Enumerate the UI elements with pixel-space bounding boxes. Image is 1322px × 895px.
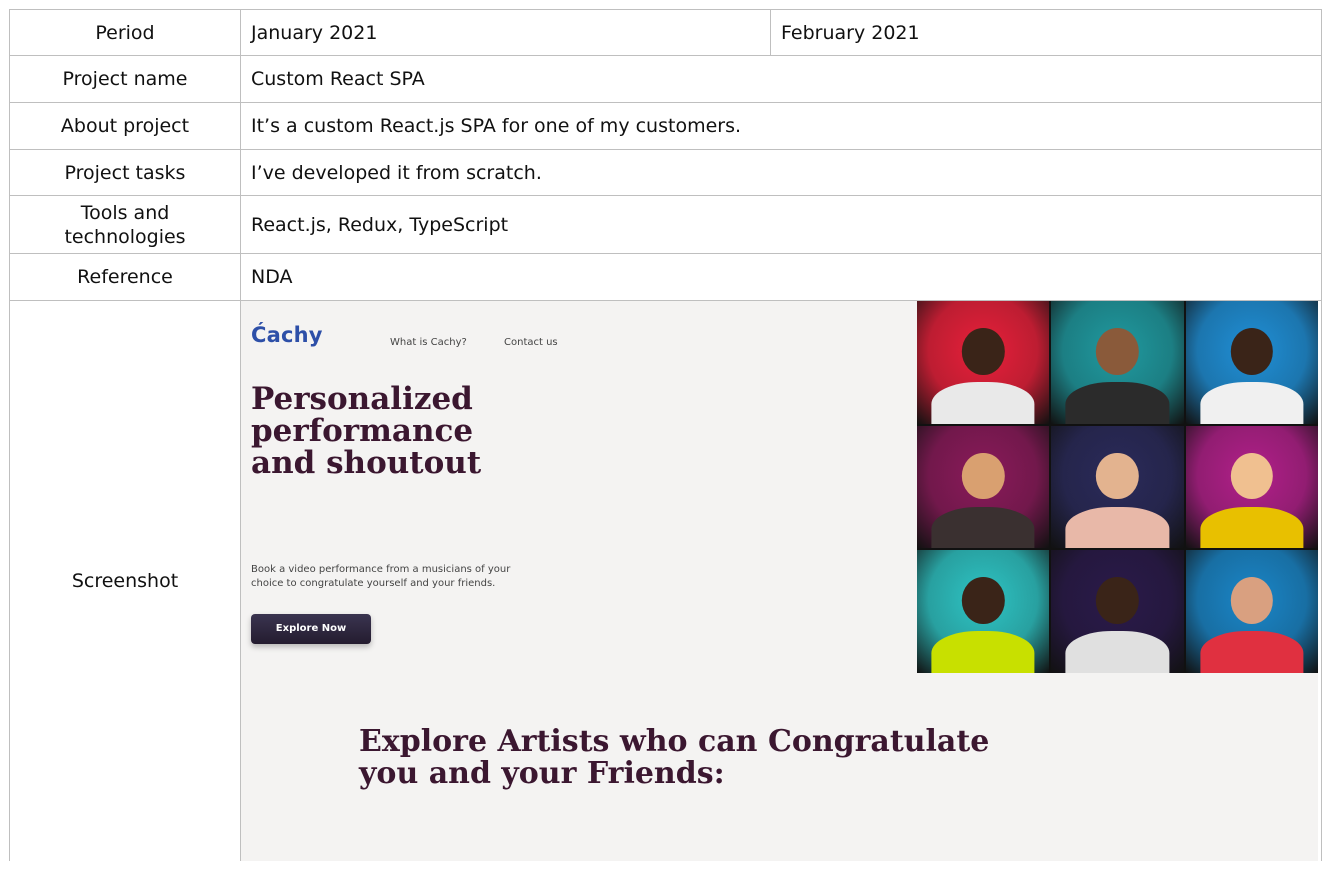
- value-period-end: February 2021: [770, 9, 1322, 56]
- site-nav-what-is: What is Cachy?: [390, 337, 467, 348]
- label-project-tasks: Project tasks: [9, 149, 241, 196]
- artist-figure-body: [1065, 631, 1170, 673]
- label-reference: Reference: [9, 253, 241, 301]
- site-logo: Ćachy: [251, 323, 323, 347]
- site-hero-title: Personalized performance and shoutout: [251, 383, 571, 479]
- artist-photo-tile: [917, 425, 1050, 549]
- artist-figure-body: [931, 506, 1035, 549]
- section-title-line: Explore Artists who can Congratulate: [359, 724, 990, 759]
- artist-figure-head: [1096, 577, 1139, 624]
- label-screenshot: Screenshot: [9, 300, 241, 861]
- artist-photo-grid: [917, 301, 1318, 673]
- value-project-tasks: I’ve developed it from scratch.: [240, 149, 1322, 196]
- label-tools-line1: Tools and: [80, 201, 170, 224]
- artist-photo-tile: [1185, 301, 1318, 424]
- label-tools: Tools and technologies: [9, 195, 241, 254]
- artist-figure-body: [1065, 381, 1170, 424]
- artist-figure-head: [961, 577, 1005, 624]
- artist-figure-body: [1200, 631, 1304, 673]
- artist-photo-tile: [1051, 301, 1184, 424]
- site-nav-contact: Contact us: [504, 337, 558, 348]
- hero-title-line: Personalized: [251, 381, 473, 417]
- artist-figure-body: [931, 381, 1035, 424]
- hero-title-line: performance: [251, 413, 474, 449]
- artist-figure-body: [1200, 506, 1304, 549]
- hero-subtitle-line: choice to congratulate yourself and your…: [251, 578, 496, 589]
- row-project-tasks: Project tasks I’ve developed it from scr…: [9, 149, 1322, 196]
- artist-photo-tile: [917, 301, 1050, 424]
- artist-figure-head: [961, 327, 1005, 375]
- artist-figure-body: [1065, 506, 1170, 549]
- site-section-title: Explore Artists who can Congratulate you…: [359, 726, 1059, 790]
- label-about-project: About project: [9, 102, 241, 150]
- label-period: Period: [9, 9, 241, 56]
- site-explore-now-button: Explore Now: [251, 614, 371, 644]
- artist-figure-head: [1096, 452, 1139, 500]
- screenshot-cell: Ćachy What is Cachy? Contact us Personal…: [240, 300, 1322, 861]
- section-title-line: you and your Friends:: [359, 756, 725, 791]
- row-period: Period January 2021 February 2021: [9, 9, 1322, 56]
- row-reference: Reference NDA: [9, 253, 1322, 301]
- artist-figure-head: [1230, 577, 1273, 624]
- value-period-start: January 2021: [240, 9, 771, 56]
- artist-photo-tile: [1185, 550, 1318, 673]
- value-about-project: It’s a custom React.js SPA for one of my…: [240, 102, 1322, 150]
- project-table: Period January 2021 February 2021 Projec…: [9, 9, 1322, 861]
- artist-photo-tile: [1051, 550, 1184, 673]
- artist-figure-head: [1096, 327, 1139, 375]
- label-tools-line2: technologies: [64, 225, 186, 248]
- site-hero-subtitle: Book a video performance from a musician…: [251, 563, 521, 591]
- label-project-name: Project name: [9, 55, 241, 103]
- row-project-name: Project name Custom React SPA: [9, 55, 1322, 103]
- artist-figure-body: [1200, 381, 1304, 424]
- artist-figure-head: [1230, 327, 1273, 375]
- row-tools: Tools and technologies React.js, Redux, …: [9, 195, 1322, 254]
- artist-photo-tile: [1185, 425, 1318, 549]
- artist-photo-tile: [1051, 425, 1184, 549]
- value-tools: React.js, Redux, TypeScript: [240, 195, 1322, 254]
- document-page: Period January 2021 February 2021 Projec…: [0, 0, 1322, 895]
- embedded-website-screenshot: Ćachy What is Cachy? Contact us Personal…: [241, 301, 1318, 861]
- artist-figure-head: [1230, 452, 1273, 500]
- hero-title-line: and shoutout: [251, 445, 482, 481]
- artist-figure-body: [931, 631, 1035, 673]
- hero-subtitle-line: Book a video performance from a musician…: [251, 564, 511, 575]
- artist-photo-tile: [917, 550, 1050, 673]
- value-project-name: Custom React SPA: [240, 55, 1322, 103]
- artist-figure-head: [961, 452, 1005, 500]
- value-reference: NDA: [240, 253, 1322, 301]
- row-about-project: About project It’s a custom React.js SPA…: [9, 102, 1322, 150]
- row-screenshot: Screenshot Ćachy What is Cachy? Contact …: [9, 300, 1322, 861]
